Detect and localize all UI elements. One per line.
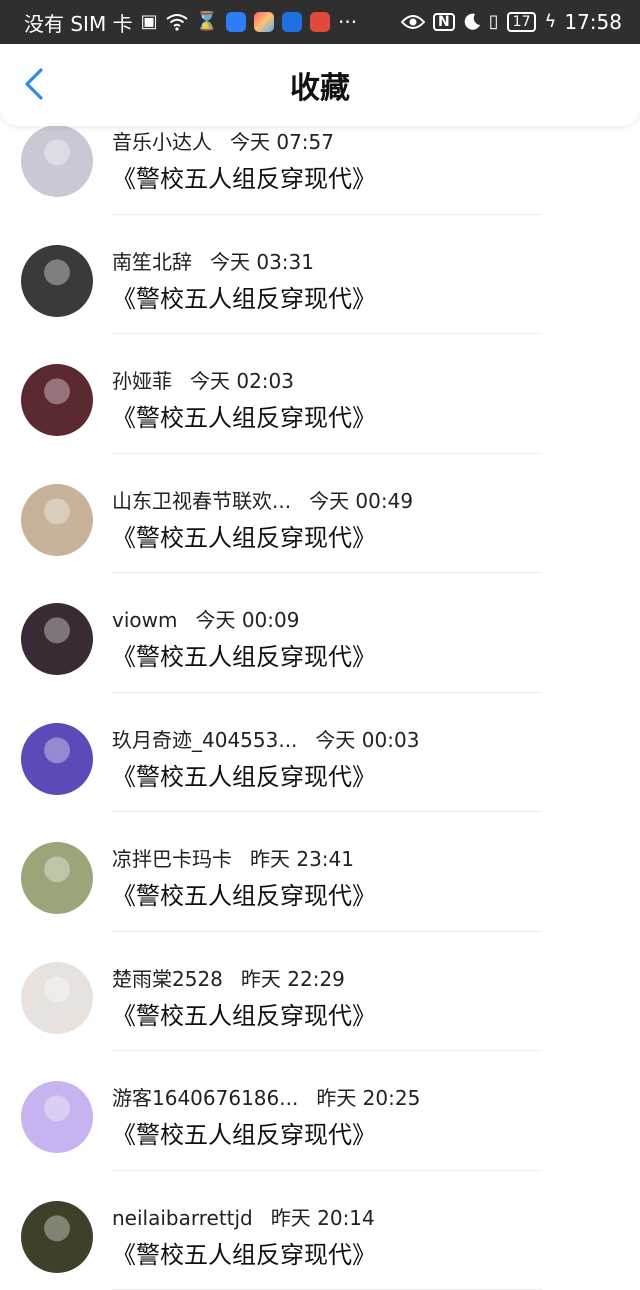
avatar[interactable]	[21, 484, 93, 556]
item-meta: 南笙北辞今天 03:31	[112, 246, 314, 275]
avatar[interactable]	[21, 723, 93, 795]
book-title[interactable]: 《警校五人组反穿现代》	[112, 1115, 376, 1150]
eye-icon	[401, 14, 425, 30]
favorite-time: 昨天 23:41	[250, 843, 354, 872]
bulb-app-icon	[282, 12, 302, 32]
book-title[interactable]: 《警校五人组反穿现代》	[112, 757, 376, 792]
book-title[interactable]: 《警校五人组反穿现代》	[112, 398, 376, 433]
username[interactable]: 孙娅菲	[112, 365, 172, 394]
list-item[interactable]: 楚雨棠2528 昨天 22:29 《警校五人组反穿现代》	[0, 932, 640, 1052]
avatar[interactable]	[21, 364, 93, 436]
username[interactable]: neilaibarrettjd	[112, 1206, 253, 1230]
username[interactable]: 游客1640676186...	[112, 1082, 298, 1111]
item-meta: neilaibarrettjd 昨天 20:14	[112, 1202, 375, 1231]
hourglass-icon: ⌛	[196, 13, 218, 31]
page-title: 收藏	[0, 44, 640, 126]
status-bar-left: 没有 SIM 卡 ▣ ⌛ ···	[24, 8, 357, 37]
favorite-time: 昨天 22:29	[241, 963, 345, 992]
item-meta: 游客1640676186... 昨天 20:25	[112, 1082, 420, 1111]
favorite-time: 今天 07:57	[230, 126, 334, 155]
alert-icon: ▣	[141, 13, 158, 31]
carrier-text: 没有 SIM 卡	[24, 8, 133, 37]
favorite-time: 今天 00:09	[195, 604, 299, 633]
username[interactable]: 南笙北辞	[112, 246, 192, 275]
item-meta: viowm 今天 00:09	[112, 604, 299, 633]
item-meta: 孙娅菲今天 02:03	[112, 365, 294, 394]
item-meta: 玖月奇迹_404553... 今天 00:03	[112, 724, 419, 753]
username[interactable]: 音乐小达人	[112, 126, 212, 155]
book-title[interactable]: 《警校五人组反穿现代》	[112, 518, 376, 553]
moon-icon	[463, 13, 481, 31]
favorite-time: 昨天 20:25	[316, 1082, 420, 1111]
status-bar: 没有 SIM 卡 ▣ ⌛ ··· N ▯ 17 ϟ 17:58	[0, 0, 640, 44]
list-item[interactable]: neilaibarrettjd 昨天 20:14 《警校五人组反穿现代》	[0, 1171, 640, 1290]
avatar[interactable]	[21, 1201, 93, 1273]
avatar[interactable]	[21, 1081, 93, 1153]
shield-app-icon	[226, 12, 246, 32]
book-title[interactable]: 《警校五人组反穿现代》	[112, 996, 376, 1031]
avatar[interactable]	[21, 603, 93, 675]
charging-icon: ϟ	[544, 13, 556, 31]
wifi-icon	[166, 13, 188, 31]
favorite-time: 今天 02:03	[190, 365, 294, 394]
item-meta: 山东卫视春节联欢... 今天 00:49	[112, 485, 413, 514]
list-item[interactable]: 孙娅菲今天 02:03 《警校五人组反穿现代》	[0, 334, 640, 454]
chevron-left-icon	[23, 67, 45, 101]
clock-text: 17:58	[564, 10, 622, 34]
list-item[interactable]: 游客1640676186... 昨天 20:25 《警校五人组反穿现代》	[0, 1051, 640, 1171]
battery-level: 17	[507, 12, 537, 32]
username[interactable]: 凉拌巴卡玛卡	[112, 843, 232, 872]
store-app-icon	[310, 12, 330, 32]
gallery-app-icon	[254, 12, 274, 32]
avatar[interactable]	[21, 125, 93, 197]
username[interactable]: 楚雨棠2528	[112, 963, 223, 992]
avatar[interactable]	[21, 962, 93, 1034]
vibrate-icon: ▯	[489, 13, 499, 31]
username[interactable]: viowm	[112, 608, 177, 632]
item-meta: 音乐小达人今天 07:57	[112, 126, 334, 155]
list-item[interactable]: 南笙北辞今天 03:31 《警校五人组反穿现代》	[0, 215, 640, 335]
list-item[interactable]: 山东卫视春节联欢... 今天 00:49 《警校五人组反穿现代》	[0, 454, 640, 574]
book-title[interactable]: 《警校五人组反穿现代》	[112, 637, 376, 672]
favorite-time: 昨天 20:14	[271, 1202, 375, 1231]
list-item[interactable]: 玖月奇迹_404553... 今天 00:03 《警校五人组反穿现代》	[0, 693, 640, 813]
avatar[interactable]	[21, 842, 93, 914]
book-title[interactable]: 《警校五人组反穿现代》	[112, 1235, 376, 1270]
list-item[interactable]: 凉拌巴卡玛卡昨天 23:41 《警校五人组反穿现代》	[0, 812, 640, 932]
book-title[interactable]: 《警校五人组反穿现代》	[112, 876, 376, 911]
book-title[interactable]: 《警校五人组反穿现代》	[112, 159, 376, 194]
item-meta: 楚雨棠2528 昨天 22:29	[112, 963, 345, 992]
app-header: 收藏	[0, 44, 640, 126]
favorite-time: 今天 03:31	[210, 246, 314, 275]
favorite-time: 今天 00:49	[309, 485, 413, 514]
more-notifications-icon: ···	[338, 10, 357, 34]
username[interactable]: 山东卫视春节联欢...	[112, 485, 291, 514]
status-bar-right: N ▯ 17 ϟ 17:58	[401, 10, 622, 34]
list-item[interactable]: viowm 今天 00:09 《警校五人组反穿现代》	[0, 573, 640, 693]
book-title[interactable]: 《警校五人组反穿现代》	[112, 279, 376, 314]
nfc-icon: N	[433, 13, 455, 31]
avatar[interactable]	[21, 245, 93, 317]
username[interactable]: 玖月奇迹_404553...	[112, 724, 297, 753]
back-button[interactable]	[14, 64, 54, 104]
favorites-list: 音乐小达人今天 07:57《警校五人组反穿现代》南笙北辞今天 03:31《警校五…	[0, 95, 640, 1290]
item-meta: 凉拌巴卡玛卡昨天 23:41	[112, 843, 354, 872]
favorite-time: 今天 00:03	[315, 724, 419, 753]
